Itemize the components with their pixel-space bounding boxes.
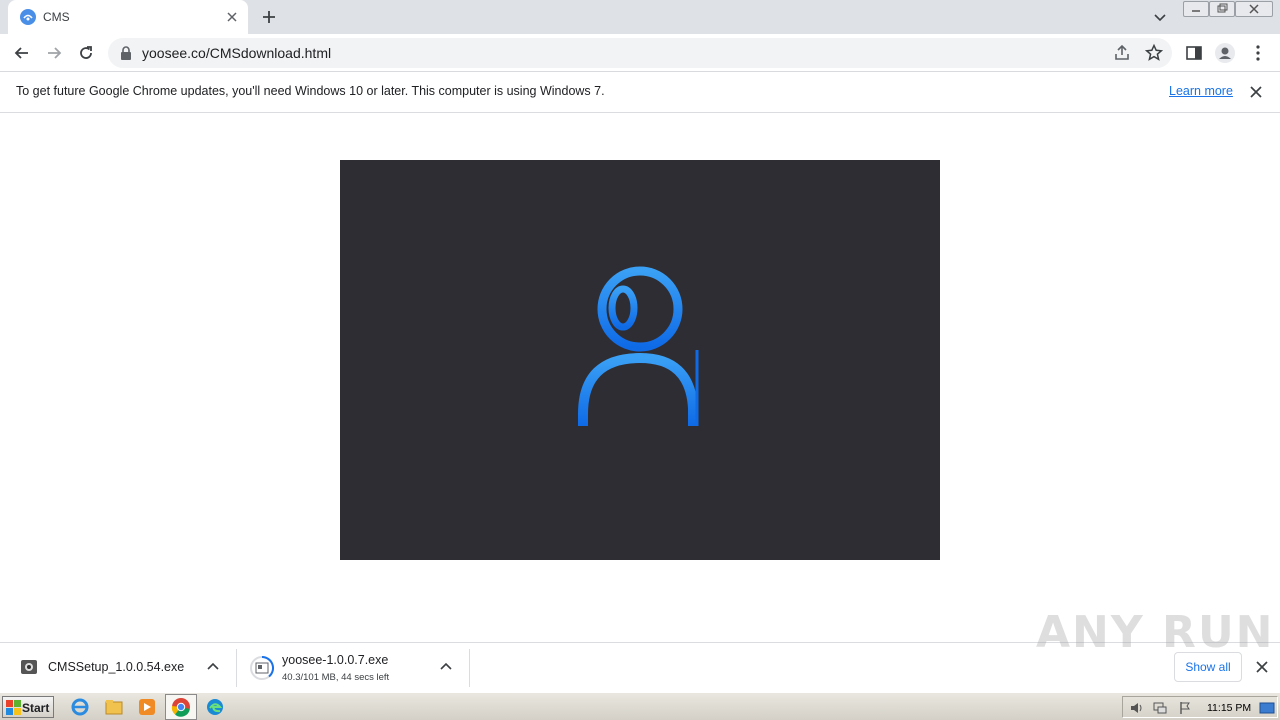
share-icon[interactable] [1112,43,1132,63]
edge-icon[interactable] [205,697,225,717]
system-tray: 11:15 PM [1122,696,1278,718]
browser-toolbar: yoosee.co/CMSdownload.html [0,34,1280,72]
learn-more-link[interactable]: Learn more [1169,84,1233,98]
menu-kebab-icon[interactable] [1248,43,1268,63]
download-item[interactable]: yoosee-1.0.0.7.exe 40.3/101 MB, 44 secs … [237,643,469,693]
new-tab-icon[interactable] [260,8,278,26]
infobar-message: To get future Google Chrome updates, you… [16,84,605,98]
bookmark-star-icon[interactable] [1144,43,1164,63]
restore-button[interactable] [1209,1,1235,17]
media-player-icon[interactable] [137,697,157,717]
volume-icon[interactable] [1129,700,1145,716]
profile-avatar-icon[interactable] [1215,43,1235,63]
clock[interactable]: 11:15 PM [1207,702,1251,714]
forward-arrow-icon[interactable] [44,43,64,63]
download-progress-icon [250,656,274,680]
url-text[interactable]: yoosee.co/CMSdownload.html [142,45,331,61]
start-label: Start [22,701,50,715]
shelf-divider [469,649,470,687]
shelf-close-icon[interactable] [1255,660,1269,674]
download-filename: yoosee-1.0.0.7.exe [282,653,389,667]
chrome-taskbar-button[interactable] [165,694,197,720]
lock-icon[interactable] [120,46,132,60]
infobar-close-icon[interactable] [1248,84,1264,100]
windows-taskbar: Start 11:15 PM [0,692,1280,720]
tab-title: CMS [43,10,70,24]
address-bar[interactable]: yoosee.co/CMSdownload.html [108,38,1172,68]
chrome-icon [171,698,190,717]
installer-file-icon [21,660,37,674]
minimize-button[interactable] [1183,1,1209,17]
tab-search-chevron-icon[interactable] [1152,9,1168,25]
chevron-up-icon[interactable] [439,660,453,674]
download-shelf: CMSSetup_1.0.0.54.exe yoosee-1.0.0.7.exe… [0,607,1280,693]
page-content [0,113,1280,642]
tab-cms[interactable]: CMS [8,0,248,34]
yoosee-logo-icon [578,266,700,427]
download-status: 40.3/101 MB, 44 secs left [282,672,390,683]
reload-icon[interactable] [76,43,96,63]
download-item[interactable]: CMSSetup_1.0.0.54.exe [0,643,236,693]
close-window-button[interactable] [1235,1,1273,17]
tab-strip: CMS [0,0,1280,34]
start-button[interactable]: Start [2,696,54,718]
download-filename: CMSSetup_1.0.0.54.exe [48,660,185,674]
anyrun-watermark: ANY RUN [1036,607,1275,658]
hero-image [340,160,940,560]
explorer-icon[interactable] [104,697,124,717]
windows-flag-icon [6,700,21,715]
action-center-flag-icon[interactable] [1177,700,1193,716]
network-icon[interactable] [1152,700,1168,716]
site-favicon-icon [20,9,36,25]
update-infobar: To get future Google Chrome updates, you… [0,72,1280,113]
chevron-up-icon[interactable] [206,660,220,674]
back-arrow-icon[interactable] [12,43,32,63]
side-panel-icon[interactable] [1184,43,1204,63]
tab-close-icon[interactable] [224,9,240,25]
show-all-button[interactable]: Show all [1174,652,1242,682]
internet-explorer-icon[interactable] [70,697,90,717]
show-desktop-icon[interactable] [1259,700,1275,716]
